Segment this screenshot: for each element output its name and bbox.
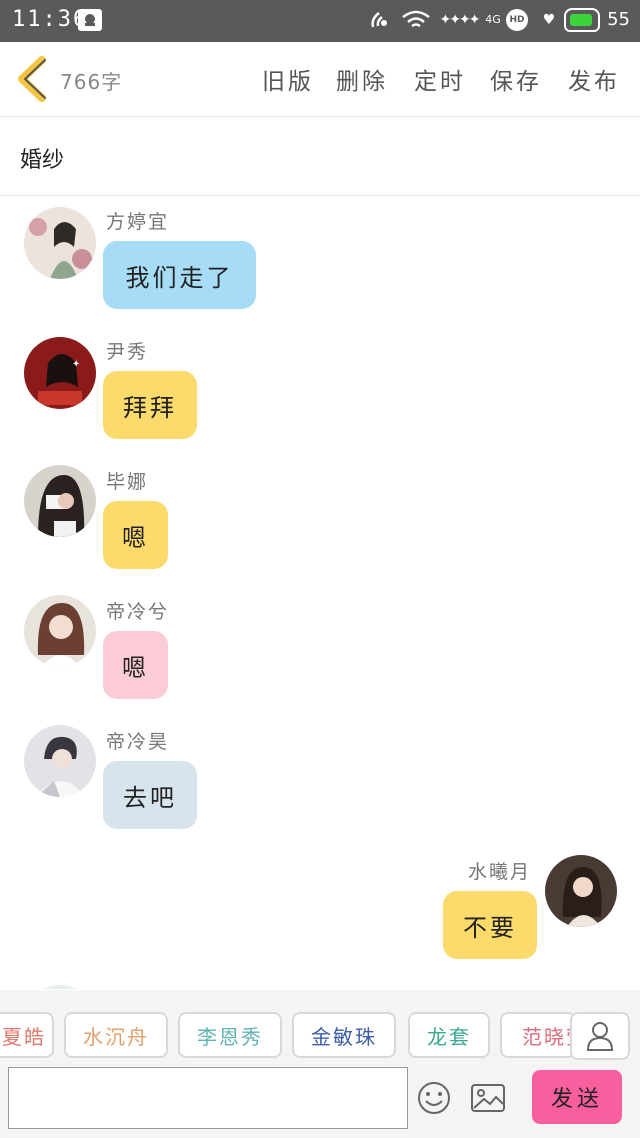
story-title[interactable]: 婚纱 — [20, 142, 64, 174]
story-title-row[interactable]: 婚纱 — [0, 118, 640, 196]
character-name: 夏皓 — [2, 1024, 46, 1049]
avatar[interactable] — [545, 855, 617, 927]
image-button[interactable] — [468, 1078, 508, 1118]
character-name: 范晓莹 — [522, 1024, 574, 1049]
sender-name: 方婷宜 — [106, 211, 170, 233]
message-input[interactable] — [8, 1067, 408, 1129]
lte-icon: 4G — [482, 9, 504, 31]
sender-name: 毕娜 — [106, 471, 149, 493]
emoji-button[interactable] — [414, 1078, 454, 1118]
character-name: 水沉舟 — [83, 1024, 149, 1049]
character-selector: 夏皓 水沉舟 李恩秀 金敏珠 龙套 范晓莹 — [0, 990, 640, 1064]
character-name: 龙套 — [427, 1024, 471, 1049]
chevron-left-icon — [18, 56, 46, 102]
svg-text:✦: ✦ — [72, 359, 80, 370]
back-button[interactable] — [14, 56, 54, 102]
character-name: 金敏珠 — [311, 1024, 377, 1049]
old-version-button[interactable]: 旧版 — [262, 62, 314, 96]
word-count: 766字 — [60, 70, 123, 94]
character-chip[interactable]: 水沉舟 — [64, 1012, 168, 1058]
nfc-icon — [368, 9, 394, 31]
message-bubble[interactable]: 不要 — [443, 891, 537, 959]
publish-button[interactable]: 发布 — [568, 62, 620, 96]
input-bar: 发送 — [0, 1064, 640, 1138]
wifi-icon — [400, 9, 432, 31]
smiley-icon — [418, 1082, 450, 1114]
message-bubble[interactable]: 嗯 — [103, 631, 168, 699]
character-chip[interactable]: 夏皓 — [0, 1012, 54, 1058]
qq-icon — [78, 9, 102, 31]
character-chip[interactable]: 李恩秀 — [178, 1012, 282, 1058]
heart-icon: ♥ — [542, 12, 556, 28]
avatar[interactable] — [24, 465, 96, 537]
character-chip[interactable]: 范晓莹 — [500, 1012, 576, 1058]
character-name: 李恩秀 — [197, 1024, 263, 1049]
message-list[interactable]: 方婷宜 我们走了 ✦ 尹秀 拜拜 毕娜 嗯 帝冷兮 嗯 帝冷昊 去吧 水曦月 不… — [0, 197, 640, 989]
editor-toolbar: 766字 旧版 删除 定时 保存 发布 — [0, 42, 640, 117]
hd-icon: HD — [506, 9, 528, 31]
message-bubble[interactable]: 拜拜 — [103, 371, 197, 439]
avatar[interactable] — [24, 985, 96, 989]
sender-name: 尹秀 — [106, 341, 149, 363]
character-chip[interactable]: 金敏珠 — [292, 1012, 396, 1058]
status-bar: 11:36 ✦✦✦✦ 4G HD ♥ 55 — [0, 0, 640, 42]
message-bubble[interactable]: 嗯 — [103, 501, 168, 569]
person-icon — [586, 1022, 614, 1051]
character-chip[interactable]: 龙套 — [408, 1012, 490, 1058]
save-button[interactable]: 保存 — [490, 62, 542, 96]
sender-name: 水曦月 — [468, 861, 532, 883]
schedule-button[interactable]: 定时 — [414, 62, 466, 96]
delete-button[interactable]: 删除 — [336, 62, 388, 96]
signal-icon: ✦✦✦✦ — [439, 12, 481, 28]
avatar[interactable] — [24, 207, 96, 279]
avatar[interactable]: ✦ — [24, 337, 96, 409]
clock: 11:36 — [12, 7, 89, 32]
message-bubble[interactable]: 去吧 — [103, 761, 197, 829]
character-manage-button[interactable] — [570, 1012, 630, 1060]
network-label: 4G — [485, 13, 501, 26]
sender-name: 帝冷昊 — [106, 731, 170, 753]
sender-name: 帝冷兮 — [106, 601, 170, 623]
avatar[interactable] — [24, 725, 96, 797]
send-button[interactable]: 发送 — [532, 1070, 622, 1124]
battery-level: 55 — [607, 9, 630, 30]
message-bubble[interactable]: 我们走了 — [103, 241, 256, 309]
avatar[interactable] — [24, 595, 96, 667]
image-icon — [471, 1084, 505, 1112]
battery-icon — [564, 8, 600, 32]
